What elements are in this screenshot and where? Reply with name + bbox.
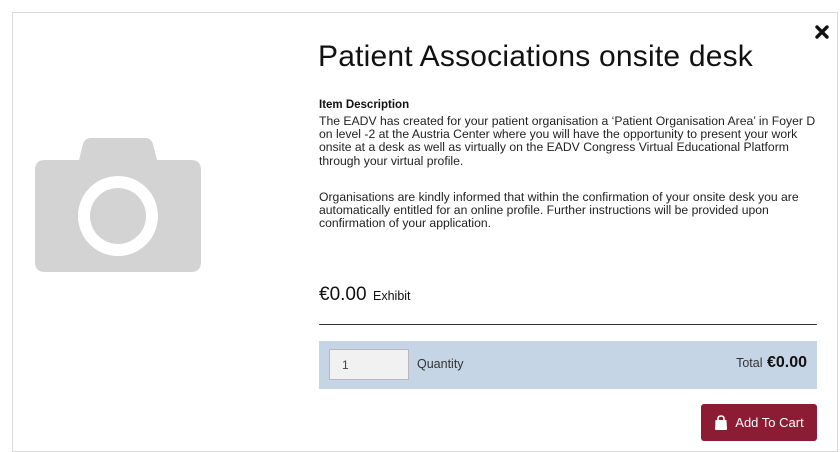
price-type: Exhibit: [373, 289, 411, 303]
price-line: €0.00 Exhibit: [319, 284, 411, 306]
total-display: Total €0.00: [736, 354, 807, 372]
add-to-cart-button[interactable]: Add To Cart: [701, 404, 817, 441]
description-paragraph-1: The EADV has created for your patient or…: [319, 114, 816, 168]
quantity-label: Quantity: [417, 357, 464, 371]
add-to-cart-label: Add To Cart: [735, 415, 804, 430]
price-amount: €0.00: [319, 284, 367, 305]
product-title: Patient Associations onsite desk: [318, 40, 753, 73]
close-icon: [815, 25, 829, 39]
quantity-input[interactable]: [329, 349, 409, 380]
product-image-placeholder: [35, 138, 201, 272]
total-label: Total: [736, 356, 763, 370]
close-button[interactable]: [812, 22, 832, 42]
description-paragraph-2: Organisations are kindly informed that w…: [319, 190, 799, 231]
description-heading: Item Description: [319, 99, 410, 111]
shopping-bag-icon: [715, 415, 728, 430]
quantity-bar: Quantity Total €0.00: [319, 341, 817, 389]
camera-icon: [35, 138, 201, 272]
total-amount: €0.00: [766, 354, 807, 371]
divider: [319, 324, 817, 325]
